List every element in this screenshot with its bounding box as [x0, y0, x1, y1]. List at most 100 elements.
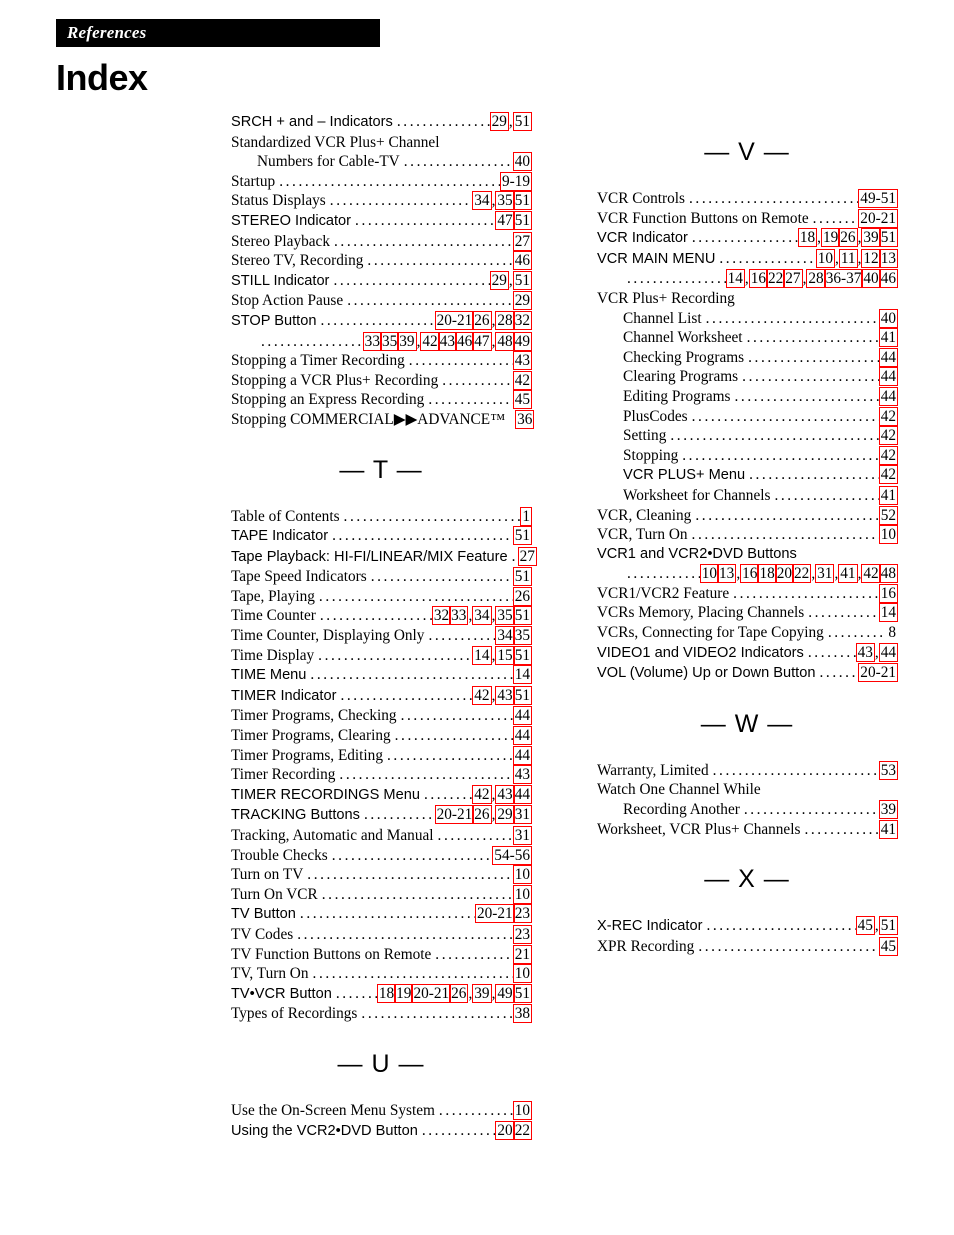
index-entry: VCR Controls............................… — [597, 189, 898, 209]
index-entry-label: PlusCodes — [623, 407, 688, 425]
page-number-highlighted: 21 — [512, 944, 533, 964]
index-entry: Warranty, Limited.......................… — [597, 760, 899, 781]
index-entry-label: VIDEO1 and VIDEO2 Indicators — [597, 644, 804, 661]
page-number-group: 29, 51 — [489, 112, 533, 131]
leader-dots: ........................................… — [396, 113, 490, 130]
page-number-highlighted: 13 — [878, 248, 899, 268]
page-number-highlighted: 51 — [512, 112, 533, 131]
page-number-highlighted: 15 — [495, 645, 515, 665]
index-entry-label: Worksheet for Channels — [623, 486, 771, 504]
leader-dots: ........................................… — [442, 371, 513, 389]
page-number-highlighted: 40 — [512, 152, 533, 172]
page-number-highlighted: 39 — [397, 331, 417, 351]
page-number-highlighted: 42 — [472, 784, 492, 804]
page-number-highlighted: 27 — [512, 231, 533, 251]
page-number-group: 53 — [878, 760, 899, 780]
index-entry-heading: VCR Plus+ Recording — [597, 289, 897, 309]
page-number-group: 33 35 39, 42 43 46 47, 48 49 — [362, 331, 533, 351]
leader-dots: ........................................… — [743, 801, 879, 819]
page-number-highlighted: 26 — [838, 228, 858, 248]
leader-dots: ........................................… — [386, 746, 513, 764]
page-number-group: 34, 35 51 — [472, 191, 533, 211]
index-entry-label: STOP Button — [231, 312, 317, 329]
index-entry-label: Timer Programs, Checking — [231, 707, 397, 725]
index-entry-label: TV Button — [231, 906, 296, 923]
index-entry: Channel Worksheet.......................… — [597, 328, 899, 348]
page-number-group: 21 — [512, 944, 533, 964]
leader-dots: ........................................… — [261, 332, 363, 350]
page-number-highlighted: 46 — [512, 251, 533, 271]
leader-dots: ........................................… — [321, 885, 513, 903]
page-number-highlighted: 44 — [878, 642, 899, 662]
index-entry: VCR1/VCR2 Feature.......................… — [597, 583, 899, 604]
leader-dots: ........................................… — [347, 292, 513, 310]
index-entry-label: Table of Contents — [231, 507, 340, 525]
page-number-group: 52 — [878, 505, 899, 525]
page-number-group: 26 — [512, 586, 533, 606]
page-number-group: 20 22 — [495, 1120, 533, 1140]
page-number-highlighted: 31 — [815, 564, 835, 584]
page-number-highlighted: 44 — [512, 726, 533, 746]
page-number-highlighted: 42 — [472, 685, 492, 705]
index-entry: Timer Programs, Clearing................… — [231, 726, 533, 746]
page-number-highlighted: 44 — [878, 386, 899, 406]
page-number-group: 18 19 20-21 26, 39, 49 51 — [376, 983, 533, 1003]
index-entry: Stopping an Express Recording...........… — [231, 390, 533, 410]
page-number-highlighted: 13 — [716, 564, 737, 584]
page-number-highlighted: 22 — [512, 1120, 533, 1140]
leader-dots: ........................................… — [691, 526, 879, 544]
letter-divider: — T — — [339, 455, 423, 484]
index-entry-label: Types of Recordings — [231, 1005, 358, 1023]
index-entry-heading: Watch One Channel While — [597, 780, 897, 800]
page-number-group: 44 — [878, 347, 899, 367]
page-number-highlighted: 51 — [512, 210, 533, 230]
leader-dots: ........................................… — [438, 1101, 513, 1119]
page-number-highlighted: 53 — [878, 760, 899, 780]
index-entry-label: Stopping — [623, 446, 679, 464]
leader-dots: ........................................… — [332, 527, 513, 545]
index-entry-label: Timer Programs, Editing — [231, 746, 383, 764]
page-number-highlighted: 33 — [449, 606, 469, 626]
index-entry-label: VCR, Turn On — [597, 526, 688, 544]
leader-dots: ........................................… — [331, 846, 493, 864]
leader-dots: ........................................… — [627, 270, 726, 288]
page-number-highlighted: 26 — [449, 983, 469, 1003]
page-number-group: 40 — [512, 152, 533, 172]
index-entry: Tape, Playing...........................… — [231, 586, 533, 607]
letter-divider: — V — — [704, 138, 790, 166]
index-entry-label: Startup — [231, 172, 276, 190]
page-number-highlighted: 19 — [394, 983, 414, 1003]
index-entry-label: Turn on TV — [231, 866, 304, 884]
index-entry-label: Worksheet, VCR Plus+ Channels — [597, 820, 801, 838]
index-entry-label: Checking Programs — [623, 348, 745, 366]
page-number-group: 44 — [512, 706, 533, 726]
index-entry: STEREO Indicator........................… — [231, 210, 533, 232]
index-column-left: SRCH + and – Indicators.................… — [231, 112, 537, 1141]
page-number-group: 43 — [512, 765, 533, 785]
page-number-highlighted: 44 — [512, 706, 533, 726]
index-entry-label: Timer Programs, Clearing — [231, 727, 391, 745]
page-number-group: 47 51 — [495, 210, 533, 230]
leader-dots: ........................................… — [691, 229, 798, 247]
page-number-highlighted: 29 — [489, 112, 509, 131]
page-number-highlighted: 42 — [878, 406, 899, 426]
index-entry: TIMER RECORDINGS Menu...................… — [231, 784, 533, 806]
index-entry: TRACKING Buttons........................… — [231, 805, 533, 826]
leader-dots: ........................................… — [318, 646, 473, 664]
page-number-highlighted: 49 — [495, 983, 515, 1003]
page-number-group: 20-21 — [858, 663, 898, 683]
page-number-highlighted: 40 — [878, 308, 899, 328]
leader-dots: ........................................… — [370, 568, 513, 586]
page-number-highlighted: 12 — [861, 248, 881, 268]
page-number-group: 20-21 23 — [475, 904, 533, 924]
page-number-highlighted: 43 — [512, 765, 533, 785]
index-entry: Turn on TV..............................… — [231, 865, 533, 885]
index-entry-label: Channel List — [623, 309, 702, 327]
index-entry-label: Recording Another — [623, 801, 740, 819]
index-entry: ........................................… — [597, 269, 899, 289]
index-entry: Time Counter, Displaying Only...........… — [231, 626, 533, 646]
page-number-highlighted: 1 — [520, 506, 532, 526]
page-number-highlighted: 44 — [512, 745, 533, 765]
leader-dots: ........................................… — [423, 785, 472, 803]
leader-dots: ........................................… — [819, 664, 859, 682]
